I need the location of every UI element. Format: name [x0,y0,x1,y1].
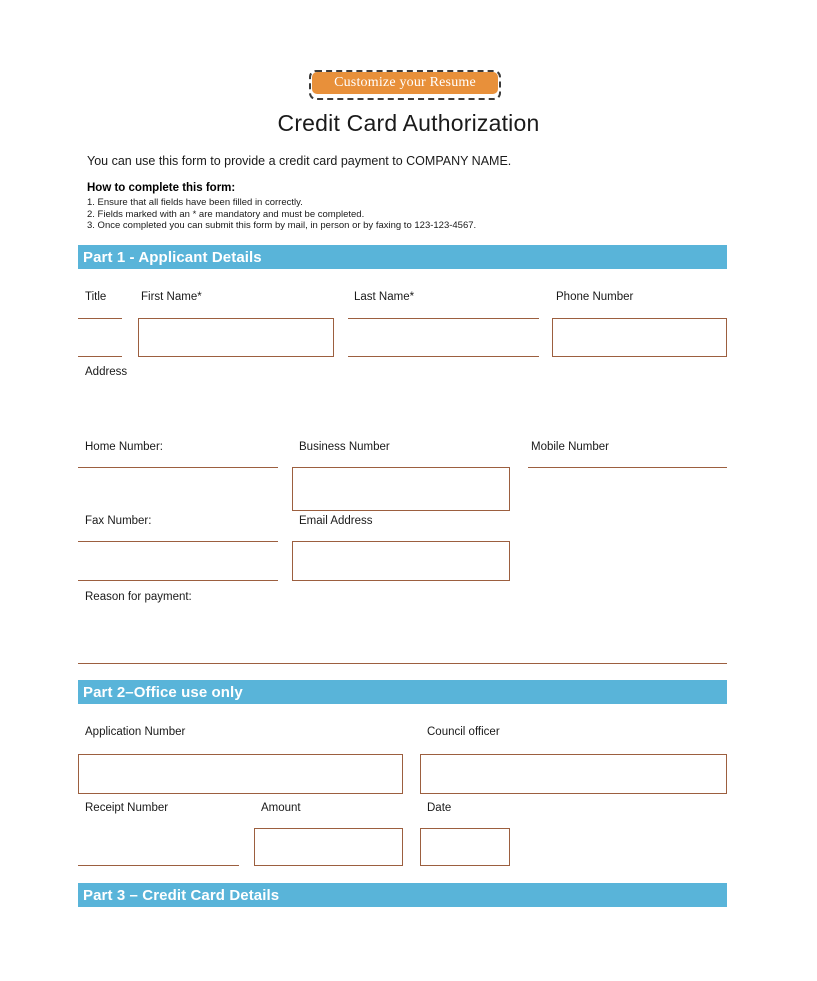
input-fax-number[interactable] [78,541,278,581]
label-first-name: First Name* [141,291,202,303]
input-first-name[interactable] [138,318,334,357]
howto-step-1: 1. Ensure that all fields have been fill… [87,197,303,208]
section-header-part3: Part 3 – Credit Card Details [78,883,727,907]
label-receipt-number: Receipt Number [85,802,169,814]
badge-label: Customize your Resume [334,75,476,90]
label-reason-for-payment: Reason for payment: [85,591,192,603]
label-email-address: Email Address [299,515,373,527]
customize-resume-badge[interactable]: Customize your Resume [309,70,501,100]
howto-steps: 1. Ensure that all fields have been fill… [87,197,476,232]
input-business-number[interactable] [292,467,510,511]
label-address: Address [85,366,128,378]
label-title: Title [85,291,107,303]
section-header-part2-label: Part 2–Office use only [83,683,243,701]
label-fax-number: Fax Number: [85,515,152,527]
howto-step-2: 2. Fields marked with an * are mandatory… [87,208,365,220]
page-title: Credit Card Authorization [277,110,540,136]
label-date: Date [427,802,452,814]
input-home-number[interactable] [78,467,278,511]
input-email-address[interactable] [292,541,510,581]
label-application-number: Application Number [85,726,186,738]
section-header-part1-label: Part 1 - Applicant Details [83,248,262,266]
section-header-part1: Part 1 - Applicant Details [78,245,727,269]
intro-text: You can use this form to provide a credi… [87,154,512,168]
form-page: Customize your Resume Credit Card Author… [0,0,817,981]
input-date[interactable] [420,828,510,866]
label-mobile-number: Mobile Number [531,441,609,453]
section-header-part2: Part 2–Office use only [78,680,727,704]
label-amount: Amount [261,802,301,814]
label-council-officer: Council officer [427,726,500,738]
input-phone-number[interactable] [552,318,727,357]
label-business-number: Business Number [299,441,390,453]
label-home-number: Home Number: [85,441,163,453]
section-header-part3-label: Part 3 – Credit Card Details [83,886,280,904]
label-phone-number: Phone Number [556,291,634,303]
label-last-name: Last Name* [354,291,415,303]
howto-heading: How to complete this form: [87,182,236,194]
input-title[interactable] [78,318,122,357]
input-receipt-number[interactable] [78,828,239,866]
input-amount[interactable] [254,828,403,866]
howto-step-3: 3. Once completed you can submit this fo… [87,220,477,231]
input-council-officer[interactable] [420,754,727,794]
input-reason-for-payment[interactable] [78,618,727,664]
badge-pill[interactable]: Customize your Resume [312,72,498,94]
input-application-number[interactable] [78,754,403,794]
input-mobile-number[interactable] [528,467,727,511]
input-address[interactable] [78,392,727,428]
input-last-name[interactable] [348,318,539,357]
